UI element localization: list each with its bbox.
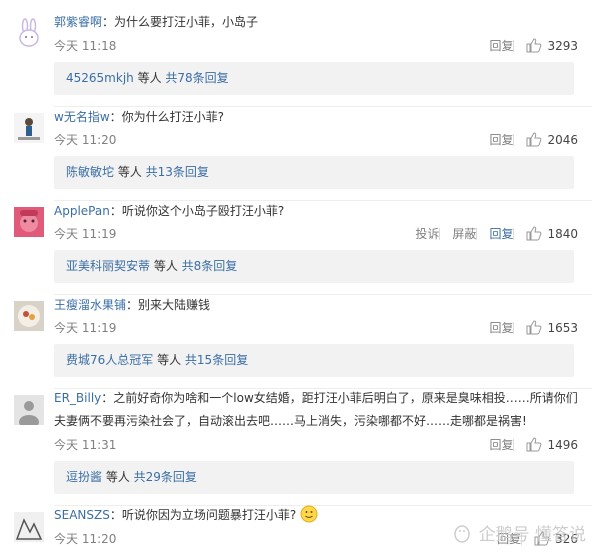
report-button[interactable]: 投诉 [415, 225, 439, 242]
comment-list: 郭紫睿啊：为什么要打汪小菲，小岛子 今天 11:18 回复 3293 45265… [0, 0, 592, 553]
comment-username[interactable]: SEANSZS [54, 508, 110, 522]
reply-count[interactable]: 共78条回复 [165, 71, 228, 85]
comment-username[interactable]: 王瘦溜水果铺 [54, 298, 126, 312]
reply-mid-text: 等人 [133, 71, 166, 85]
comment-time: 今天 11:20 [54, 133, 117, 147]
like-count: 2046 [547, 132, 578, 147]
comment-body: 别来大陆赚钱 [138, 298, 211, 312]
bunny-avatar-icon [14, 18, 44, 48]
comment-time: 今天 11:20 [54, 532, 117, 546]
reply-users[interactable]: 45265mkjh [66, 71, 134, 85]
action-divider [513, 227, 515, 240]
reply-mid-text: 等人 [153, 353, 185, 367]
comment-text-line: w无名指w：你为什么打汪小菲? [54, 110, 225, 124]
avatar[interactable] [14, 113, 44, 143]
block-button[interactable]: 屏蔽 [452, 225, 476, 242]
comment-username[interactable]: ApplePan [54, 204, 110, 218]
thumbs-up-icon [526, 132, 542, 147]
action-divider [513, 438, 515, 451]
reply-mid-text: 等人 [150, 259, 182, 273]
smiley-emoji-icon [300, 505, 318, 523]
action-divider [476, 227, 478, 240]
comment-body: 之前好奇你为啥和一个low女结婚，距打汪小菲后明白了，原来是臭味相投……所请你们 [113, 391, 578, 405]
thumbs-up-icon [526, 38, 542, 53]
comment-meta: 今天 11:19 投诉 屏蔽 回复 1840 [54, 225, 578, 243]
reply-users[interactable]: 亚美科丽契安蒂 [66, 259, 150, 273]
watermark-text: 企鹅号 懂答说 [478, 525, 586, 545]
penguin-logo-icon [453, 524, 470, 543]
like-button[interactable]: 2046 [526, 132, 578, 147]
comment-body: 为什么要打汪小菲，小岛子 [114, 15, 259, 29]
reply-users[interactable]: 逗扮酱 [66, 470, 102, 484]
avatar[interactable] [14, 395, 44, 425]
gray-avatar-icon [14, 395, 44, 425]
comment-time: 今天 11:31 [54, 438, 117, 452]
reply-count[interactable]: 共15条回复 [185, 353, 248, 367]
action-divider [513, 133, 515, 146]
reply-users[interactable]: 陈敏敏坨 [66, 165, 114, 179]
comment-body-cont: 夫妻俩不要再污染社会了，自动滚出去吧……马上消失，污染哪都不好……走哪都是祸害! [54, 414, 527, 428]
avatar[interactable] [14, 301, 44, 331]
comment-meta: 今天 11:19 回复 1653 [54, 319, 578, 337]
comment-text-line: ER_Billy：之前好奇你为啥和一个low女结婚，距打汪小菲后明白了，原来是臭… [54, 391, 578, 405]
action-divider [513, 39, 515, 52]
comment-username[interactable]: ER_Billy [54, 391, 101, 405]
comment-username[interactable]: w无名指w [54, 110, 110, 124]
like-button[interactable]: 1840 [526, 226, 578, 241]
action-divider [439, 227, 441, 240]
reply-summary[interactable]: 费城76人总冠军 等人 共15条回复 [54, 344, 574, 377]
like-count: 1840 [547, 226, 578, 241]
watermark: 企鹅号 懂答说 [451, 520, 586, 545]
comment-username[interactable]: 郭紫睿啊 [54, 15, 102, 29]
like-button[interactable]: 3293 [526, 38, 578, 53]
comment-text-line: ApplePan：听说你这个小岛子殴打汪小菲? [54, 204, 285, 218]
thumbs-up-icon [526, 226, 542, 241]
reply-button[interactable]: 回复 [489, 225, 513, 242]
comment-meta: 今天 11:20 回复 2046 [54, 131, 578, 149]
comment-text-line-2: 夫妻俩不要再污染社会了，自动滚出去吧……马上消失，污染哪都不好……走哪都是祸害! [54, 410, 578, 432]
thumbs-up-icon [526, 320, 542, 335]
avatar[interactable] [14, 18, 44, 48]
reply-button[interactable]: 回复 [489, 131, 513, 148]
comment-time: 今天 11:18 [54, 39, 117, 53]
reply-summary[interactable]: 45265mkjh 等人 共78条回复 [54, 62, 574, 95]
reply-count[interactable]: 共29条回复 [134, 470, 197, 484]
comment-text-line: 郭紫睿啊：为什么要打汪小菲，小岛子 [54, 15, 259, 29]
comment-meta: 今天 11:18 回复 3293 [54, 37, 578, 55]
comment-body: 你为什么打汪小菲? [121, 110, 225, 124]
reply-summary[interactable]: 逗扮酱 等人 共29条回复 [54, 461, 574, 494]
reply-summary[interactable]: 陈敏敏坨 等人 共13条回复 [54, 156, 574, 189]
sketch-avatar-icon [14, 512, 44, 542]
reply-users[interactable]: 费城76人总冠军 [66, 353, 153, 367]
fruit-plate-avatar-icon [14, 301, 44, 331]
reply-count[interactable]: 共13条回复 [146, 165, 209, 179]
comment-text-line: 王瘦溜水果铺：别来大陆赚钱 [54, 298, 211, 312]
figure-avatar-icon [14, 113, 44, 143]
comment-meta: 今天 11:31 回复 1496 [54, 436, 578, 454]
avatar[interactable] [14, 207, 44, 237]
reply-button[interactable]: 回复 [489, 436, 513, 453]
thumbs-up-icon [526, 437, 542, 452]
reply-count[interactable]: 共8条回复 [182, 259, 238, 273]
like-count: 1496 [547, 437, 578, 452]
reply-button[interactable]: 回复 [489, 37, 513, 54]
avatar[interactable] [14, 512, 44, 542]
reply-mid-text: 等人 [102, 470, 134, 484]
like-button[interactable]: 1496 [526, 437, 578, 452]
reply-mid-text: 等人 [114, 165, 146, 179]
action-divider [513, 321, 515, 334]
comment-time: 今天 11:19 [54, 321, 117, 335]
like-button[interactable]: 1653 [526, 320, 578, 335]
comment-body: 听说你因为立场问题暴打汪小菲? [121, 508, 297, 522]
comment-time: 今天 11:19 [54, 227, 117, 241]
reply-summary[interactable]: 亚美科丽契安蒂 等人 共8条回复 [54, 250, 574, 283]
comment-body: 听说你这个小岛子殴打汪小菲? [121, 204, 285, 218]
pink-avatar-icon [14, 207, 44, 237]
like-count: 3293 [547, 38, 578, 53]
reply-button[interactable]: 回复 [489, 319, 513, 336]
like-count: 1653 [547, 320, 578, 335]
